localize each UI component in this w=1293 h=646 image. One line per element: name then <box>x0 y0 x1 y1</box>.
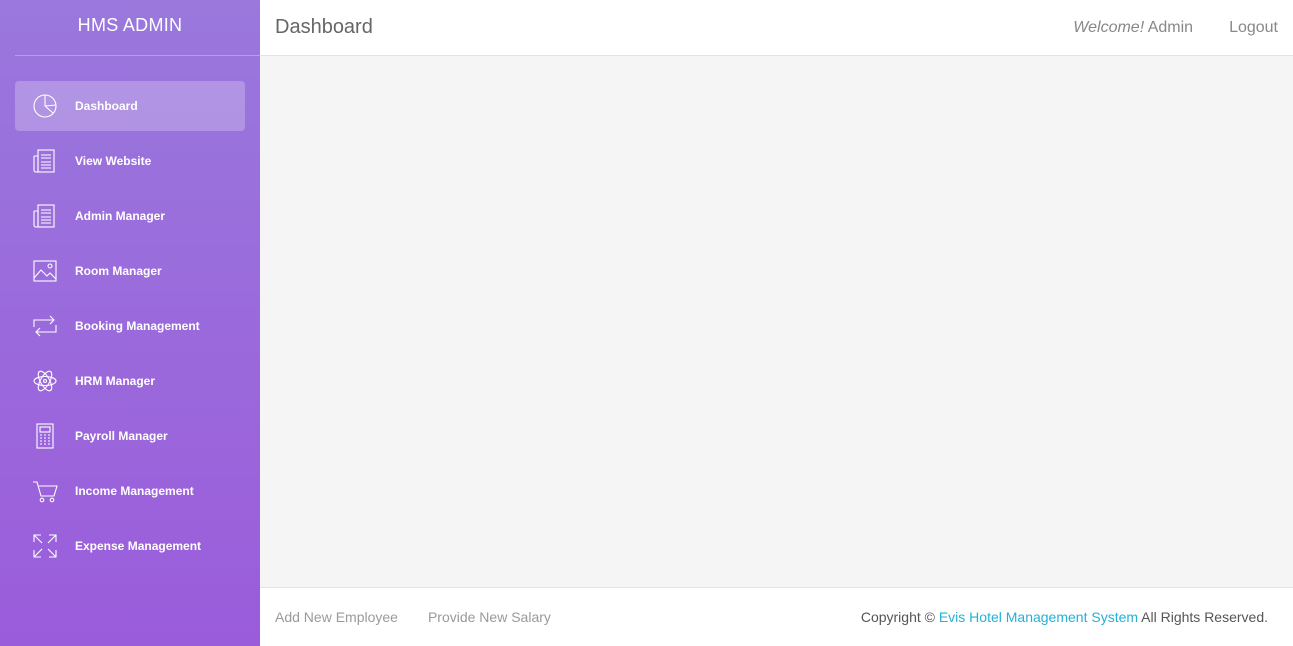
sidebar-item-booking-management[interactable]: Booking Management <box>15 301 245 351</box>
main-content <box>260 56 1293 587</box>
sidebar-item-expense-management[interactable]: Expense Management <box>15 521 245 571</box>
image-icon <box>32 258 58 284</box>
logout-link[interactable]: Logout <box>1229 19 1278 37</box>
welcome-prefix: Welcome! <box>1073 18 1145 36</box>
copyright-prefix: Copyright © <box>860 609 935 625</box>
top-right-menu: Welcome! Admin Logout <box>1073 19 1278 37</box>
welcome-user: Admin <box>1147 18 1194 36</box>
add-new-employee-link[interactable]: Add New Employee <box>275 609 398 625</box>
sidebar-item-room-manager[interactable]: Room Manager <box>15 246 245 296</box>
atom-icon <box>32 368 58 394</box>
cart-icon <box>32 478 58 504</box>
copyright-suffix: All Rights Reserved. <box>1141 609 1268 625</box>
news-icon <box>32 203 58 229</box>
sidebar-item-label: Payroll Manager <box>75 429 168 443</box>
sidebar-item-label: Admin Manager <box>75 209 166 223</box>
sidebar-item-label: Dashboard <box>75 99 138 113</box>
sidebar-item-payroll-manager[interactable]: Payroll Manager <box>15 411 245 461</box>
welcome-message: Welcome! Admin <box>1073 19 1193 37</box>
copyright-text: Copyright © Evis Hotel Management System… <box>861 609 1268 625</box>
sidebar-item-label: HRM Manager <box>75 374 156 388</box>
top-navbar: Dashboard Welcome! Admin Logout <box>260 0 1293 56</box>
provide-new-salary-link[interactable]: Provide New Salary <box>428 609 551 625</box>
sidebar-item-income-management[interactable]: Income Management <box>15 466 245 516</box>
sidebar-item-dashboard[interactable]: Dashboard <box>15 81 245 131</box>
company-link[interactable]: Evis Hotel Management System <box>939 609 1138 625</box>
footer: Add New Employee Provide New Salary Copy… <box>260 587 1293 646</box>
sidebar-item-label: Room Manager <box>75 264 162 278</box>
sidebar-item-view-website[interactable]: View Website <box>15 136 245 186</box>
pie-chart-icon <box>32 93 58 119</box>
calculator-icon <box>32 423 58 449</box>
sidebar-item-label: Expense Management <box>75 539 202 553</box>
repeat-arrows-icon <box>32 313 58 339</box>
sidebar-item-admin-manager[interactable]: Admin Manager <box>15 191 245 241</box>
sidebar-item-label: View Website <box>75 154 152 168</box>
page-title: Dashboard <box>275 16 373 38</box>
sidebar-item-label: Income Management <box>75 484 194 498</box>
expand-icon <box>32 533 58 559</box>
sidebar-item-hrm-manager[interactable]: HRM Manager <box>15 356 245 406</box>
sidebar-nav: Dashboard View Website Admin Manager Roo… <box>0 56 260 571</box>
news-icon <box>32 148 58 174</box>
sidebar-item-label: Booking Management <box>75 319 200 333</box>
sidebar: HMS ADMIN Dashboard View Website Admin M… <box>0 0 260 646</box>
brand-title[interactable]: HMS ADMIN <box>0 0 260 56</box>
